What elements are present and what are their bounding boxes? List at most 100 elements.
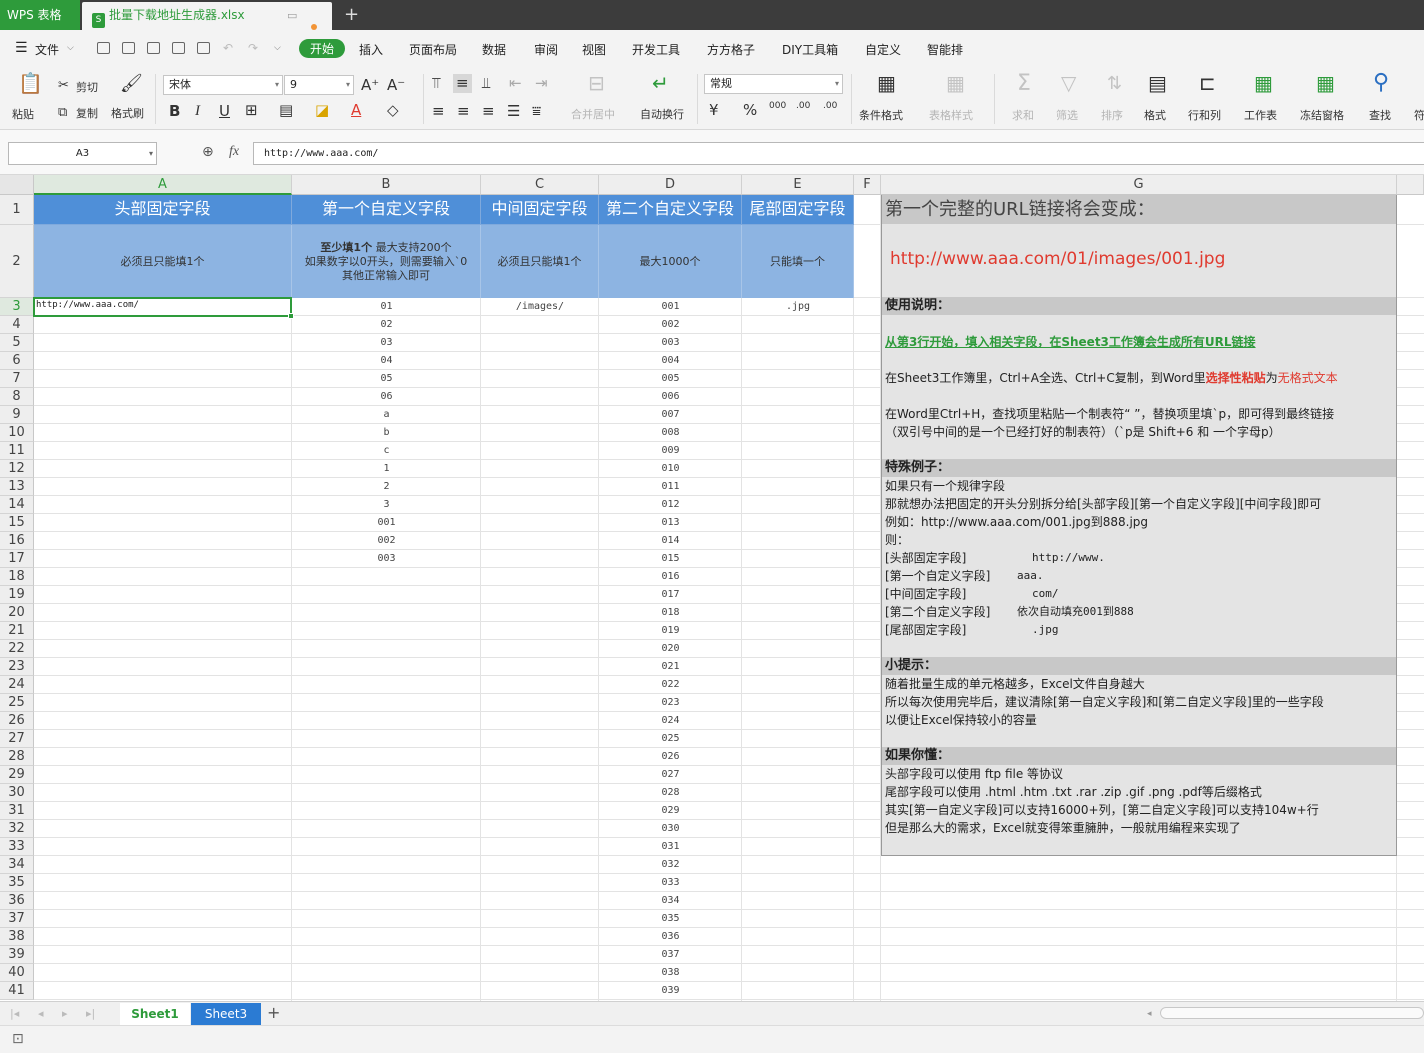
window-icon[interactable]: ▭ bbox=[287, 2, 297, 29]
sort-icon[interactable]: ⇅ bbox=[1107, 75, 1122, 93]
align-center-icon[interactable]: ≡ bbox=[457, 104, 470, 119]
row-header[interactable]: 5 bbox=[0, 334, 34, 352]
font-shrink-button[interactable]: A⁻ bbox=[387, 78, 405, 93]
row-header[interactable]: 30 bbox=[0, 784, 34, 802]
app-name[interactable]: WPS 表格 bbox=[0, 0, 80, 30]
cell-d41[interactable]: 039 bbox=[599, 982, 742, 1000]
cell-d33[interactable]: 031 bbox=[599, 838, 742, 856]
row-header[interactable]: 19 bbox=[0, 586, 34, 604]
cell-d17[interactable]: 015 bbox=[599, 550, 742, 568]
font-grow-button[interactable]: A⁺ bbox=[361, 78, 379, 93]
row-header[interactable]: 27 bbox=[0, 730, 34, 748]
row-header[interactable]: 33 bbox=[0, 838, 34, 856]
save-icon[interactable] bbox=[122, 42, 135, 54]
conditional-format-button[interactable]: 条件格式 bbox=[859, 107, 903, 123]
decimal-decrease-button[interactable]: .00 bbox=[823, 101, 837, 111]
font-size-select[interactable]: 9 ▾ bbox=[284, 75, 354, 95]
freeze-panes-icon[interactable]: ▦ bbox=[1316, 73, 1335, 93]
last-sheet-icon[interactable]: ▸| bbox=[86, 1006, 95, 1021]
cell-b7[interactable]: 05 bbox=[292, 370, 481, 388]
format-painter-button[interactable]: 格式刷 bbox=[111, 105, 144, 121]
cell-e3[interactable]: .jpg bbox=[742, 298, 854, 316]
row-header[interactable]: 26 bbox=[0, 712, 34, 730]
cell-b10[interactable]: b bbox=[292, 424, 481, 442]
row-header[interactable]: 38 bbox=[0, 928, 34, 946]
format-button[interactable]: 格式 bbox=[1144, 107, 1166, 123]
row-header[interactable]: 24 bbox=[0, 676, 34, 694]
sum-button[interactable]: 求和 bbox=[1012, 107, 1034, 123]
cell-d40[interactable]: 038 bbox=[599, 964, 742, 982]
cell-b14[interactable]: 3 bbox=[292, 496, 481, 514]
menu-tab-view[interactable]: 视图 bbox=[582, 41, 606, 58]
row-header[interactable]: 22 bbox=[0, 640, 34, 658]
table-style-button[interactable]: 表格样式 bbox=[929, 107, 973, 123]
undo-icon[interactable]: ↶ bbox=[223, 41, 233, 55]
cell-d9[interactable]: 007 bbox=[599, 406, 742, 424]
fill-color-icon[interactable]: ◪ bbox=[315, 103, 329, 118]
bold-button[interactable]: B bbox=[169, 104, 180, 119]
wrap-text-icon[interactable]: ↵ bbox=[652, 73, 669, 93]
cell-d3[interactable]: 001 bbox=[599, 298, 742, 316]
sort-button[interactable]: 排序 bbox=[1101, 107, 1123, 123]
select-all-corner[interactable] bbox=[0, 175, 34, 195]
thousands-button[interactable]: 000 bbox=[769, 101, 786, 111]
cell-d7[interactable]: 005 bbox=[599, 370, 742, 388]
table-style-icon[interactable]: ▦ bbox=[946, 73, 965, 93]
align-top-icon[interactable]: ⫪ bbox=[432, 76, 440, 91]
prev-sheet-icon[interactable]: ◂ bbox=[38, 1006, 44, 1021]
cell-d13[interactable]: 011 bbox=[599, 478, 742, 496]
row-header[interactable]: 10 bbox=[0, 424, 34, 442]
cell-d5[interactable]: 003 bbox=[599, 334, 742, 352]
print-preview-icon[interactable] bbox=[197, 42, 210, 54]
cut-button[interactable]: 剪切 bbox=[76, 79, 98, 95]
cell-d26[interactable]: 024 bbox=[599, 712, 742, 730]
justify-icon[interactable]: ☰ bbox=[507, 104, 520, 119]
menu-tab-smart[interactable]: 智能排 bbox=[927, 41, 963, 58]
row-header[interactable]: 39 bbox=[0, 946, 34, 964]
name-box[interactable]: A3 ▾ bbox=[8, 142, 157, 165]
cell-d10[interactable]: 008 bbox=[599, 424, 742, 442]
row-header[interactable]: 36 bbox=[0, 892, 34, 910]
cell-d35[interactable]: 033 bbox=[599, 874, 742, 892]
cell-b8[interactable]: 06 bbox=[292, 388, 481, 406]
cell-d6[interactable]: 004 bbox=[599, 352, 742, 370]
hint-cell-d[interactable]: 最大1000个 bbox=[599, 225, 742, 298]
cell-d14[interactable]: 012 bbox=[599, 496, 742, 514]
freeze-panes-button[interactable]: 冻结窗格 bbox=[1300, 107, 1344, 123]
copy-button[interactable]: 复制 bbox=[76, 105, 98, 121]
search-icon[interactable]: ⚲ bbox=[1373, 72, 1389, 94]
row-header[interactable]: 34 bbox=[0, 856, 34, 874]
row-header[interactable]: 8 bbox=[0, 388, 34, 406]
column-header-c[interactable]: C bbox=[481, 175, 599, 195]
column-header-g[interactable]: G bbox=[881, 175, 1397, 195]
percent-button[interactable]: % bbox=[743, 103, 757, 118]
format-icon[interactable]: ▤ bbox=[1148, 73, 1167, 93]
row-header[interactable]: 16 bbox=[0, 532, 34, 550]
row-header[interactable]: 11 bbox=[0, 442, 34, 460]
merge-center-button[interactable]: 合并居中 bbox=[571, 106, 615, 122]
menu-file[interactable]: 文件 bbox=[35, 41, 59, 58]
row-header[interactable]: 31 bbox=[0, 802, 34, 820]
clear-format-icon[interactable]: ◇ bbox=[387, 103, 399, 118]
print-icon[interactable] bbox=[172, 42, 185, 54]
cell-b9[interactable]: a bbox=[292, 406, 481, 424]
cell-d30[interactable]: 028 bbox=[599, 784, 742, 802]
sheet-tab-sheet3[interactable]: Sheet3 bbox=[191, 1003, 261, 1025]
cell-d34[interactable]: 032 bbox=[599, 856, 742, 874]
italic-button[interactable]: I bbox=[195, 104, 200, 119]
sum-icon[interactable]: Σ bbox=[1017, 73, 1031, 95]
currency-icon[interactable]: ¥ bbox=[709, 103, 719, 118]
decimal-increase-button[interactable]: .00 bbox=[796, 101, 810, 111]
fx-button[interactable]: fx bbox=[229, 144, 239, 159]
align-left-icon[interactable]: ≡ bbox=[432, 104, 445, 119]
cell-d39[interactable]: 037 bbox=[599, 946, 742, 964]
conditional-format-icon[interactable]: ▦ bbox=[877, 73, 896, 93]
row-header[interactable]: 7 bbox=[0, 370, 34, 388]
cell-d29[interactable]: 027 bbox=[599, 766, 742, 784]
row-header[interactable]: 13 bbox=[0, 478, 34, 496]
filter-button[interactable]: 筛选 bbox=[1056, 107, 1078, 123]
menu-tab-data[interactable]: 数据 bbox=[482, 41, 506, 58]
cell-d32[interactable]: 030 bbox=[599, 820, 742, 838]
cell-d18[interactable]: 016 bbox=[599, 568, 742, 586]
cell-b17[interactable]: 003 bbox=[292, 550, 481, 568]
